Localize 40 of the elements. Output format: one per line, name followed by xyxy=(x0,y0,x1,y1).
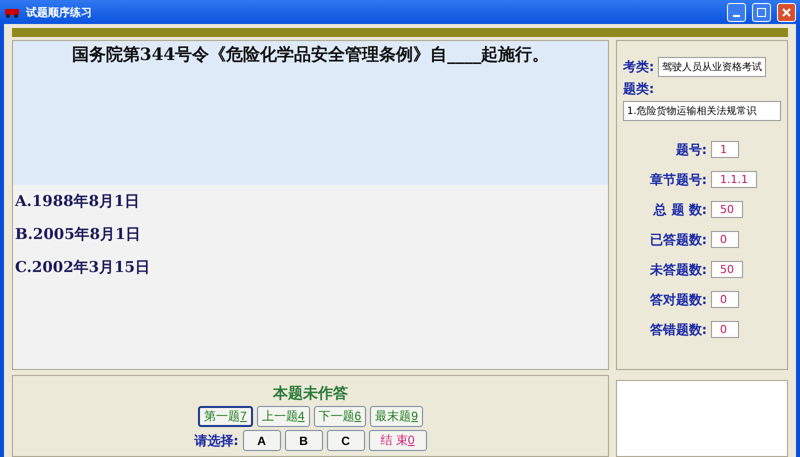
field-label: 总 题 数: xyxy=(654,202,707,218)
maximize-icon xyxy=(757,8,766,16)
category-field: 1.危险货物运输相关法规常识 xyxy=(623,101,781,121)
field-label: 未答题数: xyxy=(650,262,707,278)
end-button[interactable]: 结 束0 xyxy=(368,430,427,451)
field-label: 答错题数: xyxy=(650,322,707,338)
minimize-button[interactable] xyxy=(727,2,746,22)
answer-option: A.1988年8月1日 xyxy=(15,192,608,211)
close-icon xyxy=(782,8,791,16)
choose-label: 请选择: xyxy=(194,432,239,450)
count-field: 0 xyxy=(711,321,739,338)
field-label: 已答题数: xyxy=(650,232,707,248)
count-field: 50 xyxy=(711,201,743,218)
question-text: 国务院第344号令《危险化学品安全管理条例》自____起施行。 xyxy=(72,44,550,67)
answer-button[interactable]: C xyxy=(326,430,365,451)
answer-status: 本题未作答 xyxy=(273,384,348,403)
field-label: 考类: xyxy=(623,59,654,76)
answer-button[interactable]: A xyxy=(242,430,281,451)
field-label: 章节题号: xyxy=(650,172,707,188)
maximize-button[interactable] xyxy=(752,2,771,22)
minimize-icon xyxy=(733,15,740,17)
app-icon xyxy=(4,6,20,18)
answer-button[interactable]: B xyxy=(284,430,323,451)
count-field: 1.1.1 xyxy=(711,171,757,188)
count-field: 50 xyxy=(711,261,743,278)
close-button[interactable] xyxy=(777,2,796,22)
answer-option: B.2005年8月1日 xyxy=(15,225,608,244)
count-field: 0 xyxy=(711,291,739,308)
nav-button[interactable]: 上一题4 xyxy=(256,406,310,427)
nav-button[interactable]: 最末题9 xyxy=(370,406,423,427)
count-field: 1 xyxy=(711,141,739,158)
answer-option: C.2002年3月15日 xyxy=(15,258,608,277)
field-label: 答对题数: xyxy=(650,292,707,308)
exam-type-field: 驾驶人员从业资格考试 xyxy=(658,57,766,77)
field-label: 题号: xyxy=(676,142,707,158)
field-label: 题类: xyxy=(623,81,656,98)
window-title: 试题顺序练习 xyxy=(26,4,92,20)
count-field: 0 xyxy=(711,231,739,248)
nav-button[interactable]: 下一题6 xyxy=(314,406,366,427)
nav-button[interactable]: 第一题7 xyxy=(198,406,253,427)
